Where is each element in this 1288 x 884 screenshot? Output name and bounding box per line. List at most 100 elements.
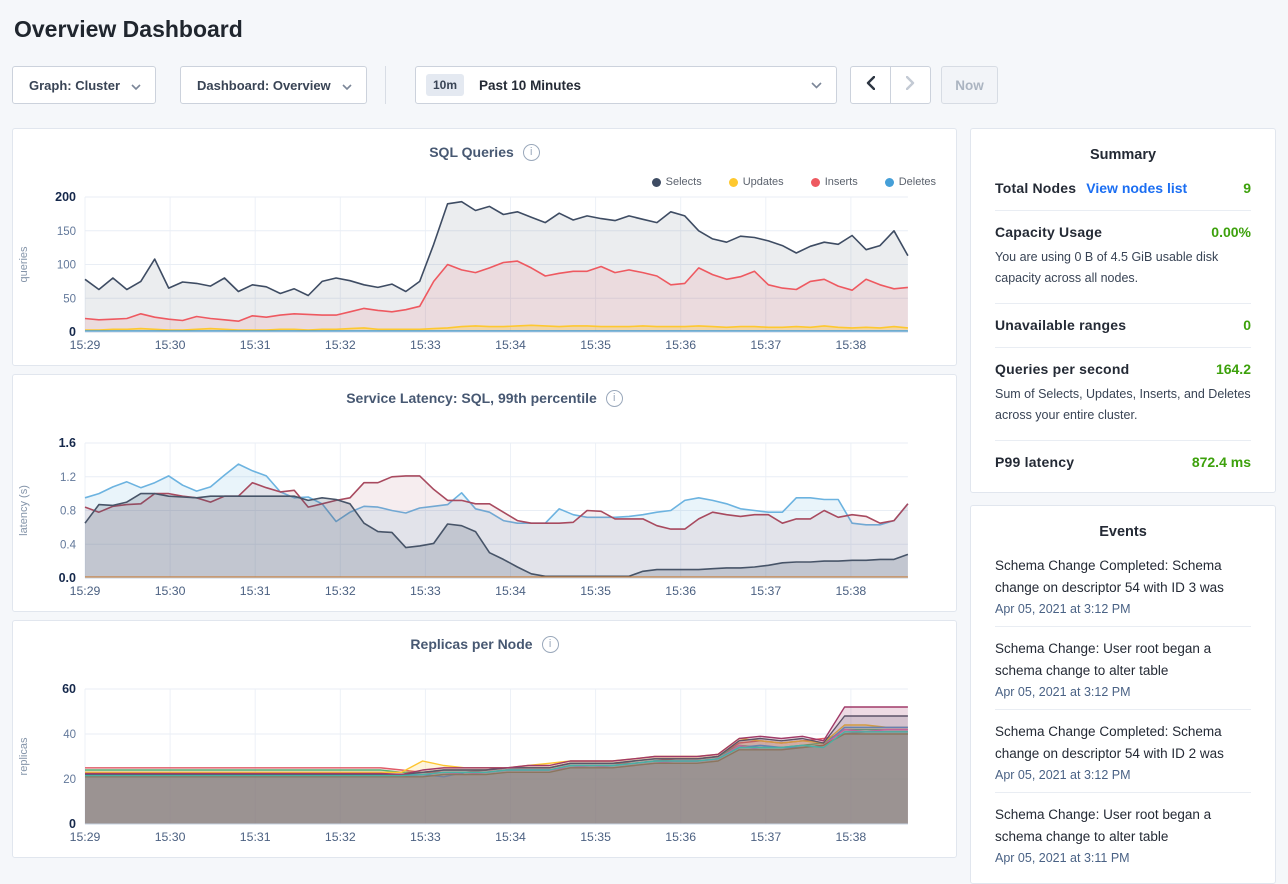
- summary-row-unavailable-ranges: Unavailable ranges 0: [995, 304, 1251, 348]
- legend-item[interactable]: Inserts: [811, 176, 858, 188]
- legend-item[interactable]: Deletes: [885, 176, 936, 188]
- svg-text:0: 0: [69, 817, 76, 831]
- chart-title: SQL Queries: [429, 144, 514, 160]
- p99-latency-label: P99 latency: [995, 454, 1074, 470]
- svg-text:0.0: 0.0: [59, 571, 76, 585]
- main-content: SQL Queries i Selects Updates Inserts Delet…: [12, 128, 1276, 884]
- legend-item[interactable]: Updates: [729, 176, 784, 188]
- now-button[interactable]: Now: [941, 66, 998, 104]
- svg-text:15:29: 15:29: [70, 338, 101, 352]
- svg-text:15:31: 15:31: [240, 338, 271, 352]
- capacity-usage-value: 0.00%: [1211, 224, 1251, 240]
- svg-text:15:35: 15:35: [580, 584, 611, 598]
- event-text: Schema Change: User root began a schema …: [995, 638, 1251, 682]
- svg-text:0.4: 0.4: [60, 539, 77, 551]
- legend-label: Updates: [743, 176, 784, 188]
- service-latency-chart-card: Service Latency: SQL, 99th percentile i …: [12, 374, 957, 612]
- svg-text:15:31: 15:31: [240, 830, 271, 844]
- svg-text:queries: queries: [18, 246, 30, 283]
- chevron-down-icon: [131, 78, 141, 93]
- chart-title: Service Latency: SQL, 99th percentile: [346, 390, 597, 406]
- event-item[interactable]: Schema Change: User root began a schema …: [995, 793, 1251, 875]
- controls-bar: Graph: Cluster Dashboard: Overview 10m P…: [12, 66, 1276, 104]
- qps-value: 164.2: [1216, 361, 1251, 377]
- info-icon[interactable]: i: [606, 390, 623, 407]
- events-list: Schema Change Completed: Schema change o…: [995, 544, 1251, 875]
- qps-label: Queries per second: [995, 361, 1129, 377]
- time-nav-arrows: [850, 66, 931, 104]
- page: Overview Dashboard Graph: Cluster Dashbo…: [0, 14, 1288, 884]
- event-item[interactable]: Schema Change Completed: Schema change o…: [995, 544, 1251, 627]
- svg-text:15:29: 15:29: [70, 830, 101, 844]
- legend-label: Selects: [666, 176, 702, 188]
- legend-dot-icon: [811, 178, 820, 187]
- svg-text:15:34: 15:34: [495, 584, 526, 598]
- svg-text:40: 40: [63, 729, 76, 741]
- event-timestamp: Apr 05, 2021 at 3:12 PM: [995, 768, 1251, 782]
- svg-text:15:33: 15:33: [410, 830, 441, 844]
- info-icon[interactable]: i: [542, 636, 559, 653]
- dashboard-dropdown[interactable]: Dashboard: Overview: [180, 66, 367, 104]
- total-nodes-value: 9: [1243, 180, 1251, 196]
- svg-text:200: 200: [55, 190, 76, 204]
- sql-queries-chart-card: SQL Queries i Selects Updates Inserts Delet…: [12, 128, 957, 366]
- svg-text:15:37: 15:37: [750, 584, 781, 598]
- svg-text:0.8: 0.8: [60, 506, 76, 518]
- svg-text:15:37: 15:37: [750, 338, 781, 352]
- time-forward-button[interactable]: [890, 67, 930, 103]
- dashboard-dropdown-label: Dashboard: Overview: [197, 78, 331, 93]
- svg-text:150: 150: [57, 226, 76, 238]
- time-range-picker[interactable]: 10m Past 10 Minutes: [415, 66, 837, 104]
- info-icon[interactable]: i: [523, 144, 540, 161]
- svg-text:15:36: 15:36: [665, 338, 696, 352]
- event-item[interactable]: Schema Change Completed: Schema change o…: [995, 710, 1251, 793]
- svg-text:latency (s): latency (s): [18, 485, 30, 536]
- legend-item[interactable]: Selects: [652, 176, 702, 188]
- svg-text:60: 60: [62, 682, 76, 696]
- replicas-per-node-chart[interactable]: 15:2915:3015:3115:3215:3315:3415:3515:36…: [13, 661, 956, 857]
- sidebar: Summary Total Nodes View nodes list 9 Ca…: [970, 128, 1276, 884]
- svg-text:1.6: 1.6: [59, 436, 76, 450]
- chart-header: Service Latency: SQL, 99th percentile i: [13, 375, 956, 415]
- svg-text:15:30: 15:30: [155, 830, 186, 844]
- svg-text:15:38: 15:38: [836, 830, 867, 844]
- service-latency-chart[interactable]: 15:2915:3015:3115:3215:3315:3415:3515:36…: [13, 415, 956, 611]
- svg-text:15:35: 15:35: [580, 338, 611, 352]
- event-timestamp: Apr 05, 2021 at 3:12 PM: [995, 685, 1251, 699]
- legend-dot-icon: [729, 178, 738, 187]
- page-title: Overview Dashboard: [14, 14, 1276, 44]
- charts-column: SQL Queries i Selects Updates Inserts Delet…: [12, 128, 957, 884]
- sql-queries-chart[interactable]: 15:2915:3015:3115:3215:3315:3415:3515:36…: [13, 169, 956, 365]
- summary-row-p99: P99 latency 872.4 ms: [995, 441, 1251, 484]
- chart-legend-0: Selects Updates Inserts Deletes: [652, 176, 936, 188]
- capacity-usage-label: Capacity Usage: [995, 224, 1102, 240]
- chevron-down-icon: [342, 78, 352, 93]
- svg-text:replicas: replicas: [18, 737, 30, 775]
- unavailable-ranges-label: Unavailable ranges: [995, 317, 1126, 333]
- event-text: Schema Change Completed: Schema change o…: [995, 555, 1251, 599]
- svg-text:0: 0: [69, 325, 76, 339]
- qps-description: Sum of Selects, Updates, Inserts, and De…: [995, 384, 1251, 426]
- graph-dropdown-label: Graph: Cluster: [29, 78, 120, 93]
- svg-text:15:34: 15:34: [495, 338, 526, 352]
- svg-text:20: 20: [63, 774, 76, 786]
- chart-title: Replicas per Node: [410, 636, 532, 652]
- svg-text:15:32: 15:32: [325, 338, 356, 352]
- event-item[interactable]: Schema Change: User root began a schema …: [995, 627, 1251, 710]
- capacity-usage-description: You are using 0 B of 4.5 GiB usable disk…: [995, 247, 1251, 289]
- svg-text:15:36: 15:36: [665, 584, 696, 598]
- time-back-button[interactable]: [851, 67, 890, 103]
- legend-label: Deletes: [899, 176, 936, 188]
- events-title: Events: [995, 512, 1251, 544]
- legend-label: Inserts: [825, 176, 858, 188]
- chevron-down-icon: [811, 76, 822, 94]
- p99-latency-value: 872.4 ms: [1192, 454, 1251, 470]
- legend-dot-icon: [885, 178, 894, 187]
- graph-dropdown[interactable]: Graph: Cluster: [12, 66, 156, 104]
- event-text: Schema Change: User root began a schema …: [995, 804, 1251, 848]
- time-range-label: Past 10 Minutes: [479, 78, 811, 93]
- chevron-right-icon: [906, 76, 915, 95]
- event-timestamp: Apr 05, 2021 at 3:12 PM: [995, 602, 1251, 616]
- view-nodes-list-link[interactable]: View nodes list: [1086, 180, 1187, 196]
- chart-header: SQL Queries i: [13, 129, 956, 169]
